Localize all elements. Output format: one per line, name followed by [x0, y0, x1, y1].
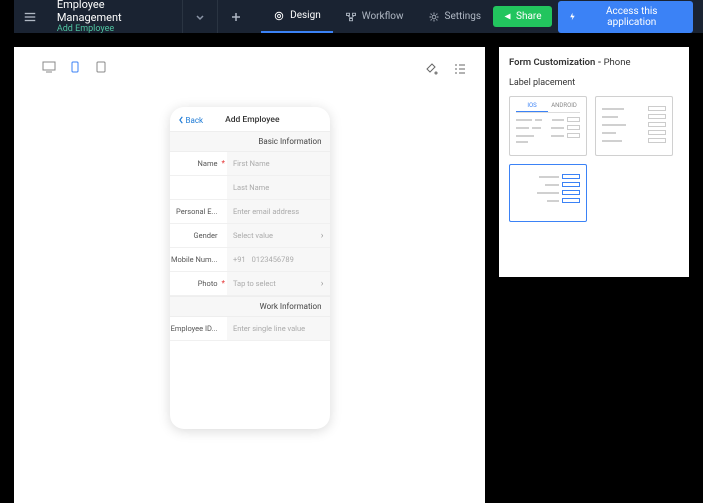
phone-preview: Back Add Employee Basic Information Name… [170, 107, 330, 429]
last-name-input[interactable]: Last Name [227, 176, 330, 199]
first-name-input[interactable]: First Name [227, 152, 330, 175]
email-label: Personal E... [170, 207, 222, 216]
field-email[interactable]: Personal E...* Enter email address [170, 200, 330, 224]
app-switcher-button[interactable] [182, 0, 218, 33]
name-label: Name [170, 159, 222, 168]
mobile-label: Mobile Num... [170, 255, 222, 264]
access-button[interactable]: Access this application [558, 1, 693, 33]
label-placement-heading: Label placement [509, 78, 679, 88]
nav-tabs: Design Workflow Settings [261, 0, 493, 33]
tab-design-label: Design [290, 10, 321, 21]
share-icon [503, 12, 512, 21]
phone-title: Add Employee [183, 115, 321, 125]
layout-option-inline[interactable] [595, 96, 673, 156]
mini-tab-ios: IOS [516, 102, 548, 112]
layout-option-right[interactable] [509, 164, 587, 222]
tab-design[interactable]: Design [261, 0, 333, 33]
workflow-icon [345, 11, 357, 23]
phone-icon[interactable] [68, 61, 82, 73]
mini-tab-android: ANDROID [548, 102, 580, 112]
tab-workflow[interactable]: Workflow [333, 0, 416, 33]
layout-options: IOSANDROID [509, 96, 679, 222]
side-panel: Form Customization - Phone Label placeme… [499, 47, 689, 277]
photo-label: Photo [170, 279, 222, 288]
workspace: Back Add Employee Basic Information Name… [0, 33, 703, 503]
desktop-icon[interactable] [42, 61, 56, 73]
tab-settings[interactable]: Settings [416, 0, 494, 33]
add-button[interactable] [217, 0, 253, 33]
gender-select[interactable]: Select value› [227, 224, 330, 247]
device-switcher [42, 61, 108, 73]
design-canvas: Back Add Employee Basic Information Name… [14, 47, 485, 503]
field-mobile[interactable]: Mobile Num...* +910123456789 [170, 248, 330, 272]
share-label: Share [516, 11, 541, 22]
chevron-right-icon: › [321, 279, 324, 289]
tab-workflow-label: Workflow [362, 11, 404, 22]
section-work: Work Information [170, 296, 330, 317]
layout-option-tabs[interactable]: IOSANDROID [509, 96, 587, 156]
field-photo[interactable]: Photo* Tap to select› [170, 272, 330, 296]
top-bar: Employee Management Add Employee Design … [14, 0, 703, 33]
tablet-icon[interactable] [94, 61, 108, 73]
design-icon [273, 10, 285, 22]
app-title-block: Employee Management Add Employee [47, 0, 182, 33]
panel-title: Form Customization - Phone [509, 57, 679, 68]
app-subtitle: Add Employee [57, 24, 172, 35]
field-name-first[interactable]: Name* First Name [170, 152, 330, 176]
field-name-last[interactable]: * Last Name [170, 176, 330, 200]
field-gender[interactable]: Gender* Select value› [170, 224, 330, 248]
section-basic: Basic Information [170, 131, 330, 152]
field-empid[interactable]: Employee ID...* Enter single line value [170, 317, 330, 341]
share-button[interactable]: Share [493, 6, 551, 27]
access-label: Access this application [580, 6, 683, 28]
phone-header: Back Add Employee [170, 107, 330, 131]
gear-icon [428, 11, 440, 23]
empid-input[interactable]: Enter single line value [227, 317, 330, 340]
tab-settings-label: Settings [445, 11, 482, 22]
gender-label: Gender [170, 231, 222, 240]
mobile-input[interactable]: +910123456789 [227, 248, 330, 271]
photo-select[interactable]: Tap to select› [227, 272, 330, 295]
spacing-icon[interactable] [453, 61, 467, 75]
theme-icon[interactable] [425, 61, 439, 75]
bolt-icon [568, 12, 577, 21]
empid-label: Employee ID... [170, 324, 222, 333]
chevron-right-icon: › [321, 231, 324, 241]
email-input[interactable]: Enter email address [227, 200, 330, 223]
canvas-tools [425, 61, 467, 75]
menu-icon[interactable] [14, 0, 47, 33]
app-title: Employee Management [57, 0, 172, 24]
